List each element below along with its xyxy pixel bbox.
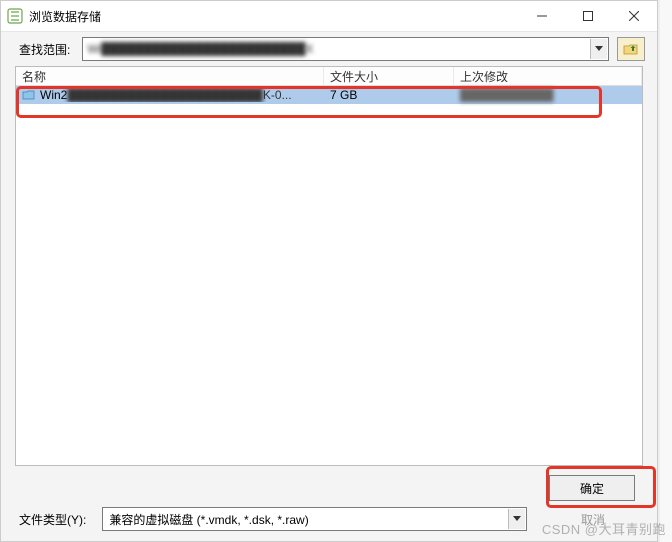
ok-button[interactable]: 确定 xyxy=(549,475,635,501)
file-name-cell: Win2███████████████████████K-0... xyxy=(16,88,324,102)
dialog-window: 浏览数据存储 查找范围: Wi████████████████████████X xyxy=(0,0,658,542)
toolbar: 查找范围: Wi████████████████████████X xyxy=(1,32,657,66)
file-size-cell: 7 GB xyxy=(324,88,454,102)
search-path-text: Wi████████████████████████X xyxy=(87,42,590,56)
column-name[interactable]: 名称 xyxy=(16,67,324,85)
chevron-down-icon[interactable] xyxy=(590,39,607,59)
maximize-button[interactable] xyxy=(565,1,611,31)
window-title: 浏览数据存储 xyxy=(29,8,101,25)
up-directory-button[interactable] xyxy=(617,37,645,61)
chevron-down-icon[interactable] xyxy=(508,509,525,529)
file-name: Win2███████████████████████K-0... xyxy=(40,88,292,102)
file-rows: Win2███████████████████████K-0... 7 GB █… xyxy=(16,86,642,104)
close-button[interactable] xyxy=(611,1,657,31)
column-modified[interactable]: 上次修改 xyxy=(454,67,642,85)
cancel-button[interactable]: 取消 xyxy=(551,507,635,531)
file-row[interactable]: Win2███████████████████████K-0... 7 GB █… xyxy=(16,86,642,104)
search-scope-label: 查找范围: xyxy=(19,41,70,58)
app-icon xyxy=(7,8,23,24)
search-path-combo[interactable]: Wi████████████████████████X xyxy=(82,37,609,61)
minimize-button[interactable] xyxy=(519,1,565,31)
file-list: 名称 文件大小 上次修改 Win2███████████████████████… xyxy=(15,66,643,466)
column-size[interactable]: 文件大小 xyxy=(324,67,454,85)
dialog-footer: 确定 取消 文件类型(Y): 兼容的虚拟磁盘 (*.vmdk, *.dsk, *… xyxy=(1,473,657,541)
file-type-label: 文件类型(Y): xyxy=(19,511,86,528)
file-modified-cell: ███████████ xyxy=(454,88,642,102)
folder-icon xyxy=(22,89,36,101)
file-type-value: 兼容的虚拟磁盘 (*.vmdk, *.dsk, *.raw) xyxy=(109,511,508,528)
file-list-headers: 名称 文件大小 上次修改 xyxy=(16,67,642,86)
title-bar: 浏览数据存储 xyxy=(1,1,657,32)
file-type-combo[interactable]: 兼容的虚拟磁盘 (*.vmdk, *.dsk, *.raw) xyxy=(102,507,527,531)
